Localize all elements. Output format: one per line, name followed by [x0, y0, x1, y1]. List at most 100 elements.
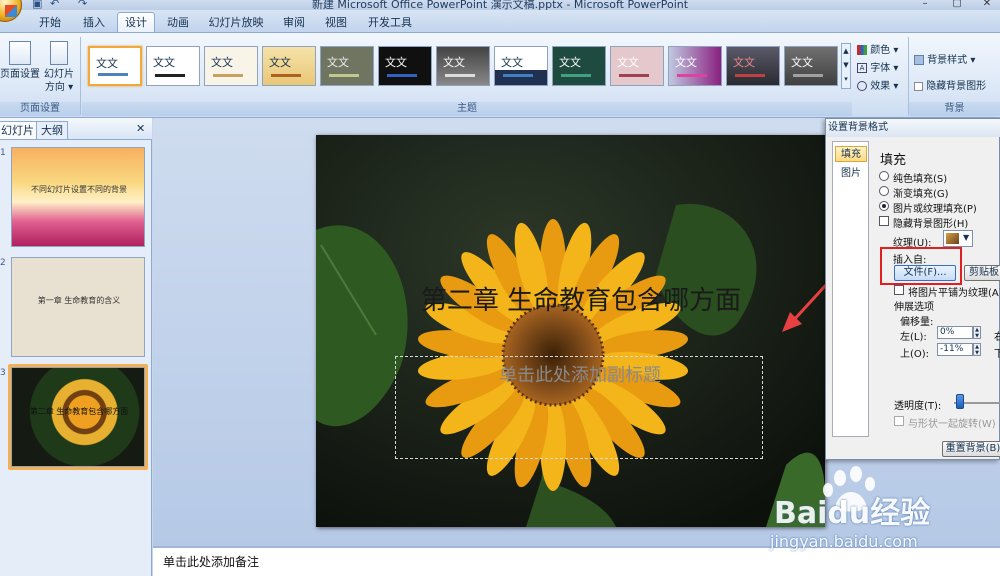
nav-picture[interactable]: 图片 — [835, 166, 867, 182]
page-setup-label: 页面设置 — [0, 69, 40, 80]
hide-graphics-label: 隐藏背景图形(H) — [893, 219, 969, 230]
top-offset-input[interactable]: -11% — [937, 343, 973, 356]
nav-fill[interactable]: 填充 — [835, 146, 867, 162]
theme-thumb-11[interactable]: 文文 — [668, 46, 722, 86]
slide-number: 3 — [0, 368, 6, 378]
slide-thumb-2[interactable]: 第一章 生命教育的含义 — [11, 257, 145, 357]
tab-design[interactable]: 设计 — [117, 12, 155, 33]
theme-effects-button[interactable]: 效果 ▾ — [857, 77, 898, 92]
theme-thumb-10[interactable]: 文文 — [610, 46, 664, 86]
tab-outline[interactable]: 大纲 — [36, 121, 68, 139]
slides-panel-tabs: 幻灯片 大纲 ✕ — [0, 118, 152, 140]
theme-thumb-1[interactable]: 文文 — [88, 46, 142, 86]
theme-thumb-5[interactable]: 文文 — [320, 46, 374, 86]
close-button[interactable]: ✕ — [972, 0, 1000, 9]
theme-swatch — [387, 74, 417, 77]
left-offset-spinner[interactable]: ▲ ▼ — [973, 326, 981, 339]
tab-slideshow[interactable]: 幻灯片放映 — [204, 13, 268, 32]
picture-fill-radio[interactable] — [879, 201, 889, 211]
right-offset-label: 右 — [994, 332, 1000, 343]
highlight-box — [880, 247, 962, 285]
dialog-title: 设置背景格式 — [826, 119, 1000, 137]
tab-home[interactable]: 开始 — [32, 13, 68, 32]
top-offset-spinner[interactable]: ▲ ▼ — [973, 343, 981, 356]
theme-swatch — [735, 74, 765, 77]
page-setup-button[interactable]: 页面设置 — [0, 41, 40, 81]
effects-icon — [857, 81, 867, 91]
gradient-fill-radio[interactable] — [879, 186, 889, 196]
theme-colors-button[interactable]: 颜色 ▾ — [857, 41, 898, 56]
ribbon-tabs: 开始 插入 设计 动画 幻灯片放映 审阅 视图 开发工具 — [0, 10, 1000, 33]
group-background-label: 背景 — [909, 102, 1000, 116]
background-styles-button[interactable]: 背景样式 ▾ — [914, 51, 975, 66]
theme-gallery-scroll[interactable]: ▲ ▼ ▾ — [841, 43, 851, 89]
hide-graphics-checkbox[interactable] — [914, 81, 923, 91]
baidu-watermark: Baidu经验 jingyan.baidu.com — [770, 462, 1000, 576]
slide-thumb-1[interactable]: 不同幻灯片设置不同的背景 — [11, 147, 145, 247]
reset-background-button[interactable]: 重置背景(B) — [942, 441, 1000, 457]
picture-fill-label: 图片或纹理填充(P) — [893, 204, 977, 215]
slide-thumb-3[interactable]: 第二章 生命教育包含哪方面 — [11, 367, 145, 467]
maximize-button[interactable]: ▢ — [942, 0, 972, 9]
solid-fill-label: 纯色填充(S) — [893, 174, 948, 185]
close-panel-icon[interactable]: ✕ — [136, 122, 145, 135]
theme-thumb-text: 文文 — [211, 56, 233, 69]
theme-thumb-8[interactable]: 文文 — [494, 46, 548, 86]
tile-label: 将图片平铺为纹理(A) — [908, 288, 1000, 299]
theme-thumb-3[interactable]: 文文 — [204, 46, 258, 86]
offset-label: 偏移量: — [900, 317, 934, 328]
hide-graphics-checkbox[interactable] — [879, 216, 889, 226]
minimize-button[interactable]: – — [910, 0, 940, 9]
separator — [80, 37, 81, 115]
slide-orientation-button[interactable]: 幻灯片 方向 ▾ — [42, 41, 76, 94]
slide-title[interactable]: 第二章 生命教育包含哪方面 — [346, 280, 816, 317]
group-themes-label: 主题 — [82, 102, 852, 116]
theme-thumb-12[interactable]: 文文 — [726, 46, 780, 86]
theme-thumb-13[interactable]: 文文 — [784, 46, 838, 86]
slides-panel: 幻灯片 大纲 ✕ 1 不同幻灯片设置不同的背景 2 第一章 生命教育的含义 3 … — [0, 118, 152, 576]
left-offset-input[interactable]: 0% — [937, 326, 973, 339]
clipboard-button[interactable]: 剪贴板 — [964, 265, 1000, 281]
texture-dropdown[interactable]: ▼ — [943, 230, 973, 247]
slide-number: 1 — [0, 148, 6, 158]
page-setup-icon — [9, 41, 31, 65]
hide-background-graphics[interactable]: 隐藏背景图形 — [914, 77, 986, 92]
orientation-label-2: 方向 ▾ — [44, 82, 74, 93]
theme-swatch — [561, 74, 591, 77]
bottom-offset-label: 下 — [994, 349, 1000, 360]
tab-slides[interactable]: 幻灯片 — [0, 121, 39, 139]
window-title: 新建 Microsoft Office PowerPoint 演示文稿.pptx… — [311, 0, 689, 10]
slide-number: 2 — [0, 258, 6, 268]
tab-insert[interactable]: 插入 — [76, 13, 112, 32]
theme-thumb-9[interactable]: 文文 — [552, 46, 606, 86]
solid-fill-radio[interactable] — [879, 171, 889, 181]
sunflower-image — [316, 135, 825, 527]
format-background-dialog: 设置背景格式 填充 图片 填充 纯色填充(S) 渐变填充(G) 图片或纹理填充(… — [825, 118, 1000, 460]
tab-animation[interactable]: 动画 — [160, 13, 196, 32]
theme-thumb-6[interactable]: 文文 — [378, 46, 432, 86]
transparency-slider[interactable] — [956, 394, 964, 409]
tile-checkbox[interactable] — [894, 285, 904, 295]
tab-developer[interactable]: 开发工具 — [362, 13, 418, 32]
slide-canvas[interactable]: 第二章 生命教育包含哪方面 单击此处添加副标题 — [316, 135, 825, 527]
fonts-label: 字体 ▾ — [870, 63, 899, 74]
theme-thumb-text: 文文 — [96, 57, 118, 70]
theme-swatch — [98, 73, 128, 76]
tab-view[interactable]: 视图 — [318, 13, 354, 32]
theme-thumb-4[interactable]: 文文 — [262, 46, 316, 86]
undo-icon[interactable]: ↶ — [50, 0, 64, 10]
subtitle-placeholder[interactable]: 单击此处添加副标题 — [395, 356, 763, 459]
theme-swatch — [677, 74, 707, 77]
theme-thumb-7[interactable]: 文文 — [436, 46, 490, 86]
theme-fonts-button[interactable]: A 字体 ▾ — [857, 59, 898, 74]
colors-label: 颜色 ▾ — [870, 45, 899, 56]
theme-thumb-text: 文文 — [327, 56, 349, 69]
save-icon[interactable]: ▣ — [32, 0, 46, 10]
tab-review[interactable]: 审阅 — [276, 13, 312, 32]
redo-icon[interactable]: ↷ — [78, 0, 92, 10]
theme-thumb-2[interactable]: 文文 — [146, 46, 200, 86]
theme-swatch — [503, 74, 533, 77]
rotate-with-shape-checkbox[interactable] — [894, 416, 904, 426]
theme-thumb-text: 文文 — [153, 56, 175, 69]
theme-swatch — [445, 74, 475, 77]
